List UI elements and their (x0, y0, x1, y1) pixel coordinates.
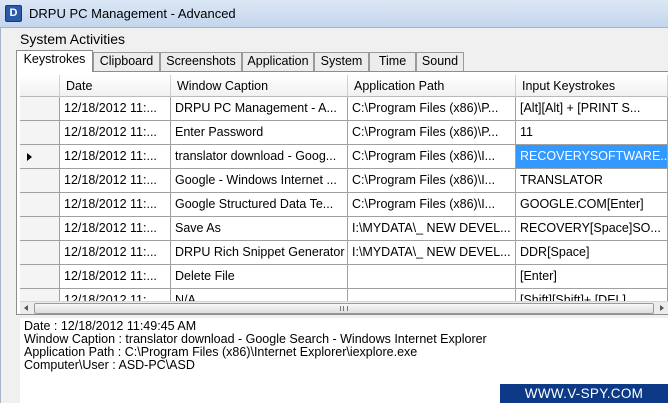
column-header-window-caption[interactable]: Window Caption (171, 75, 348, 97)
cell-keys[interactable]: DDR[Space] (516, 241, 668, 265)
cell-date[interactable]: 12/18/2012 11:... (60, 121, 171, 145)
table-row[interactable]: 12/18/2012 11:... N/A [Shift][Shift]+ [D… (20, 289, 668, 301)
row-header[interactable] (20, 169, 60, 193)
table-row[interactable]: 12/18/2012 11:... Delete File [Enter] (20, 265, 668, 289)
cell-date[interactable]: 12/18/2012 11:... (60, 145, 171, 169)
cell-caption[interactable]: DRPU Rich Snippet Generator (171, 241, 348, 265)
row-header[interactable] (20, 289, 60, 301)
detail-computer-user: Computer\User : ASD-PC\ASD (24, 358, 195, 372)
cell-date[interactable]: 12/18/2012 11:... (60, 193, 171, 217)
table-row[interactable]: 12/18/2012 11:... DRPU Rich Snippet Gene… (20, 241, 668, 265)
row-header[interactable] (20, 265, 60, 289)
cell-keys[interactable]: TRANSLATOR (516, 169, 668, 193)
tab-sound[interactable]: Sound (416, 52, 464, 71)
tab-time[interactable]: Time (369, 52, 416, 71)
tab-screenshots[interactable]: Screenshots (160, 52, 242, 71)
column-header-date[interactable]: Date (60, 75, 171, 97)
cell-date[interactable]: 12/18/2012 11:... (60, 217, 171, 241)
cell-path[interactable] (348, 265, 516, 289)
current-row-arrow-icon (27, 153, 32, 161)
cell-path[interactable]: C:\Program Files (x86)\P... (348, 121, 516, 145)
main-panel: System Activities Keystrokes Clipboard S… (0, 28, 668, 403)
row-header-corner (20, 75, 60, 97)
cell-path[interactable]: I:\MYDATA\_ NEW DEVEL... (348, 217, 516, 241)
cell-path[interactable]: C:\Program Files (x86)\P... (348, 97, 516, 121)
cell-path[interactable]: I:\MYDATA\_ NEW DEVEL... (348, 241, 516, 265)
cell-caption[interactable]: Enter Password (171, 121, 348, 145)
title-bar[interactable]: D DRPU PC Management - Advanced (0, 0, 668, 28)
table-row[interactable]: 12/18/2012 11:... DRPU PC Management - A… (20, 97, 668, 121)
row-header[interactable] (20, 97, 60, 121)
cell-keys[interactable]: GOOGLE.COM[Enter] (516, 193, 668, 217)
cell-caption[interactable]: translator download - Goog... (171, 145, 348, 169)
row-header[interactable] (20, 121, 60, 145)
cell-keys-selected[interactable]: RECOVERYSOFTWARE... (516, 145, 668, 169)
cell-date[interactable]: 12/18/2012 11:... (60, 265, 171, 289)
cell-caption[interactable]: Google Structured Data Te... (171, 193, 348, 217)
website-watermark: WWW.V-SPY.COM (500, 384, 668, 403)
cell-path[interactable] (348, 289, 516, 301)
cell-path[interactable]: C:\Program Files (x86)\I... (348, 145, 516, 169)
table-row-selected[interactable]: 12/18/2012 11:... translator download - … (20, 145, 668, 169)
table-row[interactable]: 12/18/2012 11:... Enter Password C:\Prog… (20, 121, 668, 145)
row-header[interactable] (20, 217, 60, 241)
tab-application[interactable]: Application (242, 52, 314, 71)
cell-date[interactable]: 12/18/2012 11:... (60, 241, 171, 265)
horizontal-scrollbar[interactable] (20, 301, 668, 314)
cell-date[interactable]: 12/18/2012 11:... (60, 97, 171, 121)
cell-keys[interactable]: [Shift][Shift]+ [DEL] (516, 289, 668, 301)
row-header[interactable] (20, 241, 60, 265)
tab-clipboard[interactable]: Clipboard (93, 52, 160, 71)
cell-keys[interactable]: 11 (516, 121, 668, 145)
cell-keys[interactable]: [Alt][Alt] + [PRINT S... (516, 97, 668, 121)
cell-path[interactable]: C:\Program Files (x86)\I... (348, 193, 516, 217)
cell-keys[interactable]: [Enter] (516, 265, 668, 289)
column-header-application-path[interactable]: Application Path (348, 75, 516, 97)
scroll-left-arrow-icon[interactable] (20, 302, 33, 315)
section-title: System Activities (20, 31, 126, 47)
column-header-input-keystrokes[interactable]: Input Keystrokes (516, 75, 668, 97)
cell-caption[interactable]: DRPU PC Management - A... (171, 97, 348, 121)
grip-icon (340, 306, 348, 311)
cell-date[interactable]: 12/18/2012 11:... (60, 169, 171, 193)
cell-caption[interactable]: Delete File (171, 265, 348, 289)
cell-keys[interactable]: RECOVERY[Space]SO... (516, 217, 668, 241)
cell-caption[interactable]: Save As (171, 217, 348, 241)
keystrokes-tab-panel: Date Window Caption Application Path Inp… (16, 71, 668, 315)
cell-caption[interactable]: N/A (171, 289, 348, 301)
scrollbar-thumb[interactable] (34, 303, 654, 314)
cell-caption[interactable]: Google - Windows Internet ... (171, 169, 348, 193)
window-title: DRPU PC Management - Advanced (29, 6, 236, 21)
keystrokes-grid[interactable]: Date Window Caption Application Path Inp… (20, 75, 668, 301)
tab-keystrokes[interactable]: Keystrokes (16, 50, 93, 72)
cell-date[interactable]: 12/18/2012 11:... (60, 289, 171, 301)
grid-header: Date Window Caption Application Path Inp… (20, 75, 668, 97)
table-row[interactable]: 12/18/2012 11:... Google - Windows Inter… (20, 169, 668, 193)
app-icon: D (5, 5, 22, 22)
scroll-right-arrow-icon[interactable] (655, 302, 668, 315)
table-row[interactable]: 12/18/2012 11:... Google Structured Data… (20, 193, 668, 217)
cell-path[interactable]: C:\Program Files (x86)\I... (348, 169, 516, 193)
table-row[interactable]: 12/18/2012 11:... Save As I:\MYDATA\_ NE… (20, 217, 668, 241)
tab-system[interactable]: System (314, 52, 369, 71)
row-header[interactable] (20, 193, 60, 217)
row-header[interactable] (20, 145, 60, 169)
